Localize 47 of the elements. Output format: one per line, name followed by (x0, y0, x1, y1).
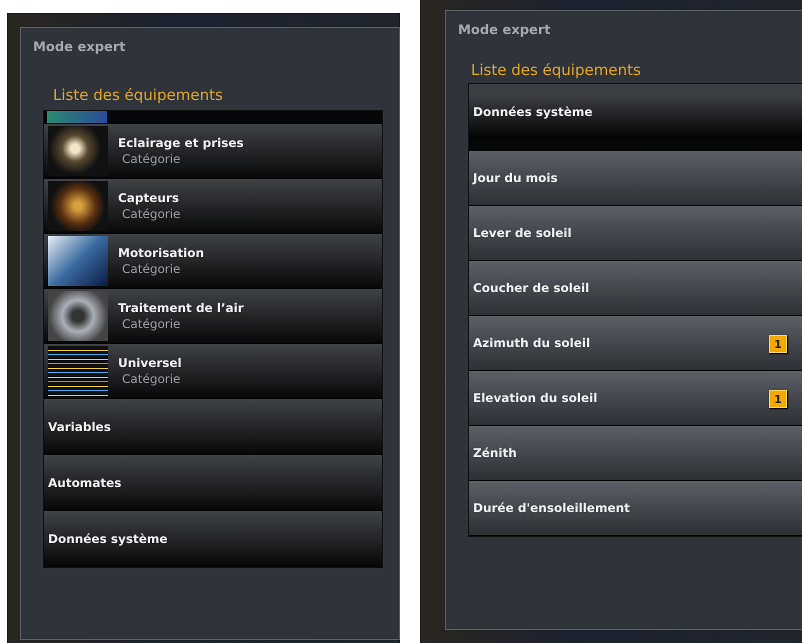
list-item[interactable]: Coucher de soleil (469, 261, 802, 316)
item-subtitle: Catégorie (122, 152, 182, 166)
item-label: Zénith (473, 446, 517, 460)
list-item[interactable]: Jour du mois (469, 151, 802, 206)
item-label: Jour du mois (473, 171, 558, 185)
list-item[interactable]: Variables (44, 399, 382, 455)
photo-placeholder (48, 236, 108, 286)
photo-placeholder (48, 291, 108, 341)
count-badge: 1 (769, 335, 787, 353)
photo-placeholder (48, 181, 108, 231)
list-item[interactable]: Universel Catégorie (44, 344, 382, 399)
item-label: Variables (48, 420, 111, 434)
item-label: Lever de soleil (473, 226, 572, 240)
item-subtitle: Catégorie (122, 372, 182, 386)
photo-placeholder (47, 111, 107, 123)
item-label: Données système (48, 532, 168, 546)
list-item[interactable]: Lever de soleil (469, 206, 802, 261)
item-label: Azimuth du soleil (473, 336, 590, 350)
count-badge: 1 (769, 390, 787, 408)
item-label: Données système (473, 104, 593, 118)
list-item[interactable]: Capteurs Catégorie (44, 179, 382, 234)
list-item[interactable]: Durée d'ensoleillement (469, 481, 802, 536)
item-label: Coucher de soleil (473, 281, 590, 295)
list-item[interactable]: Traitement de l’air Catégorie (44, 289, 382, 344)
item-label: Traitement de l’air (118, 301, 244, 315)
section-heading: Liste des équipements (53, 86, 224, 104)
item-subtitle: Catégorie (122, 207, 180, 221)
item-label: Motorisation (118, 246, 204, 260)
photo-placeholder (48, 346, 108, 396)
dialog-title: Mode expert (33, 40, 126, 57)
list-item[interactable]: Zénith (469, 426, 802, 481)
item-subtitle: Catégorie (122, 262, 182, 276)
item-subtitle: Catégorie (122, 317, 182, 331)
item-label: Eclairage et prises (118, 136, 244, 150)
item-label: Elevation du soleil (473, 391, 598, 405)
list-item[interactable]: Automates (44, 455, 382, 511)
item-label: Automates (48, 476, 122, 490)
photo-placeholder (48, 126, 108, 176)
list-item[interactable]: Elevation du soleil 1 (469, 371, 802, 426)
item-label: Capteurs (118, 191, 180, 205)
dialog-title: Mode expert (458, 23, 552, 40)
item-label: Universel (118, 356, 182, 370)
list-item[interactable]: Motorisation Catégorie (44, 234, 382, 289)
item-label: Durée d'ensoleillement (473, 501, 630, 515)
list-item[interactable]: Azimuth du soleil 1 (469, 316, 802, 371)
list-item[interactable]: Eclairage et prises Catégorie (44, 124, 382, 179)
section-heading: Liste des équipements (471, 61, 642, 79)
